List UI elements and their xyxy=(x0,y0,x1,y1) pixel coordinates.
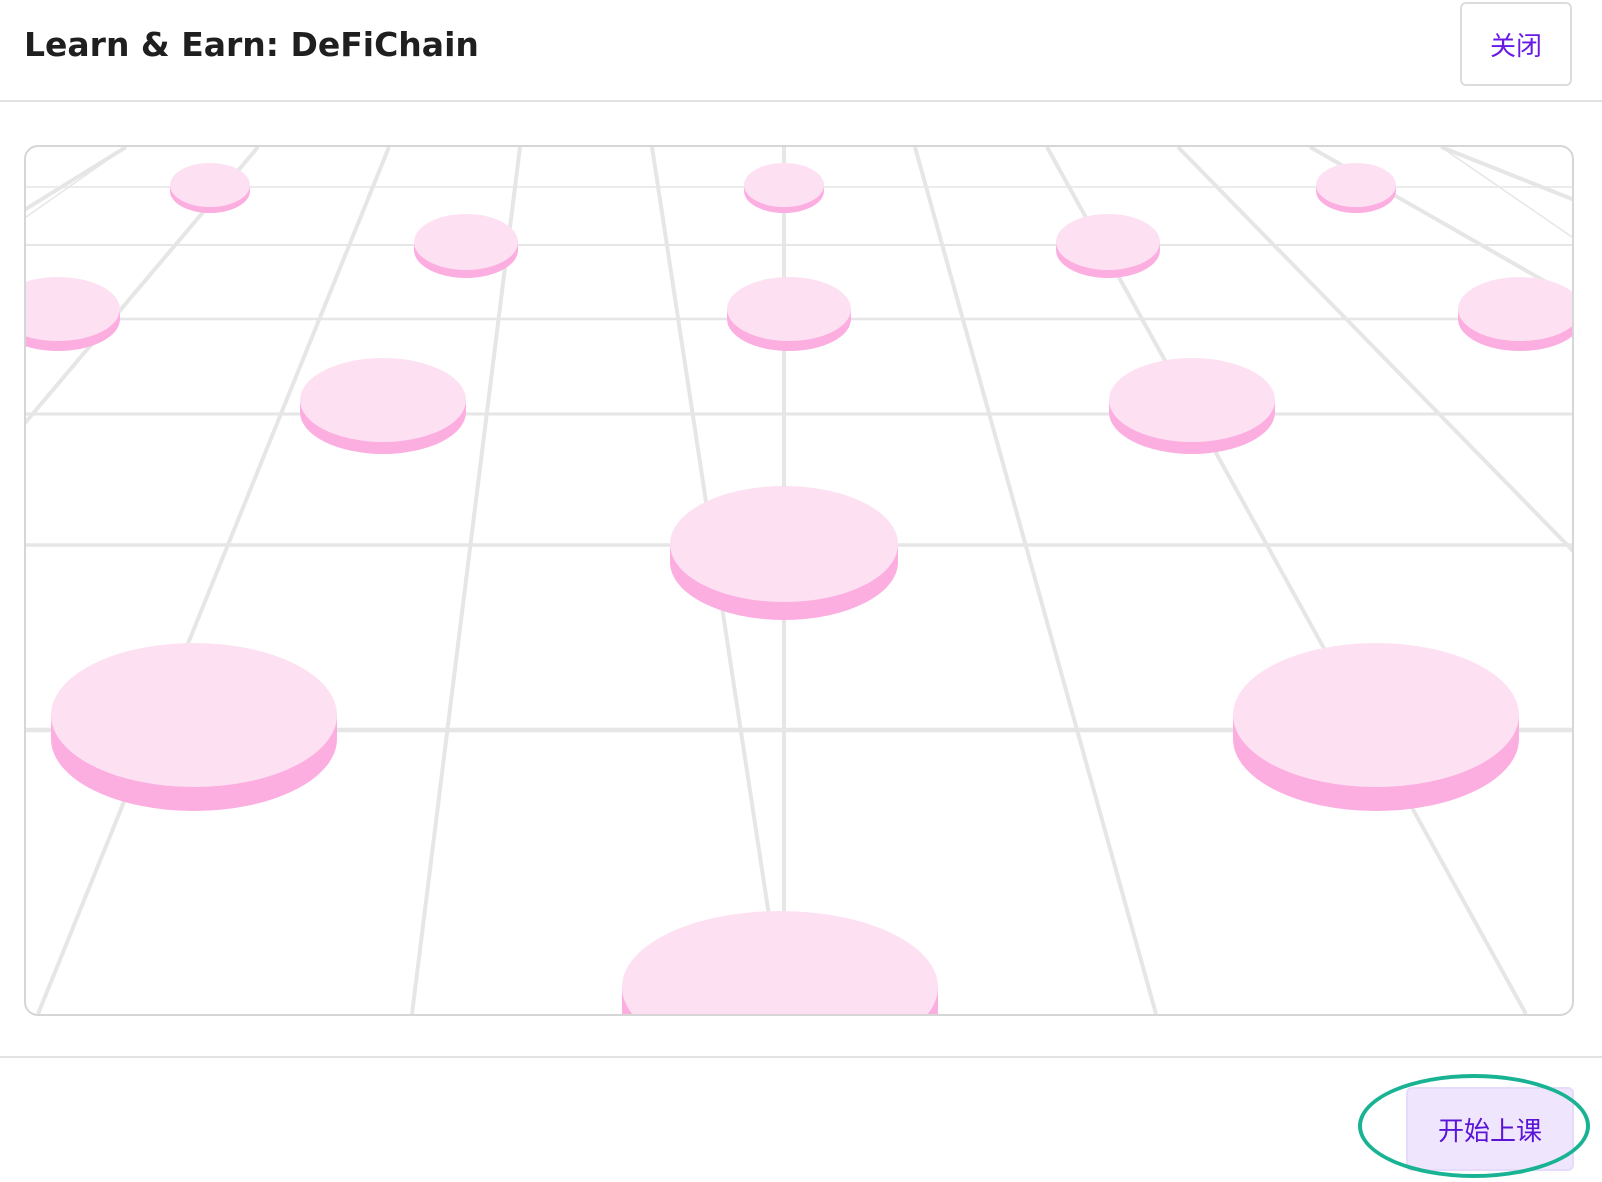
footer-divider xyxy=(0,1056,1602,1058)
course-illustration xyxy=(24,145,1574,1016)
disc-top xyxy=(1233,643,1519,787)
modal-title: Learn & Earn: DeFiChain xyxy=(24,25,479,64)
disc-top xyxy=(1316,163,1396,207)
disc-top xyxy=(1109,358,1275,442)
disc-top xyxy=(622,911,938,1014)
grid-line xyxy=(36,147,391,1014)
disc-top xyxy=(744,163,824,207)
grid-line xyxy=(26,147,127,218)
modal-header: Learn & Earn: DeFiChain 关闭 xyxy=(0,0,1602,102)
grid-line xyxy=(1440,147,1572,202)
close-button[interactable]: 关闭 xyxy=(1460,2,1572,86)
grid-line xyxy=(1309,147,1572,300)
start-course-button[interactable]: 开始上课 xyxy=(1406,1087,1574,1171)
disc-top xyxy=(414,214,518,270)
grid-line xyxy=(1176,147,1572,553)
learn-earn-modal: Learn & Earn: DeFiChain 关闭 开始上课 xyxy=(0,0,1602,1182)
pink-discs-grid-illustration xyxy=(26,147,1572,1014)
grid-line xyxy=(26,147,128,212)
disc-top xyxy=(670,486,898,602)
disc-top xyxy=(300,358,466,442)
disc-top xyxy=(727,277,851,341)
disc-top xyxy=(1056,214,1160,270)
disc-top xyxy=(51,643,337,787)
disc-top xyxy=(170,163,250,207)
